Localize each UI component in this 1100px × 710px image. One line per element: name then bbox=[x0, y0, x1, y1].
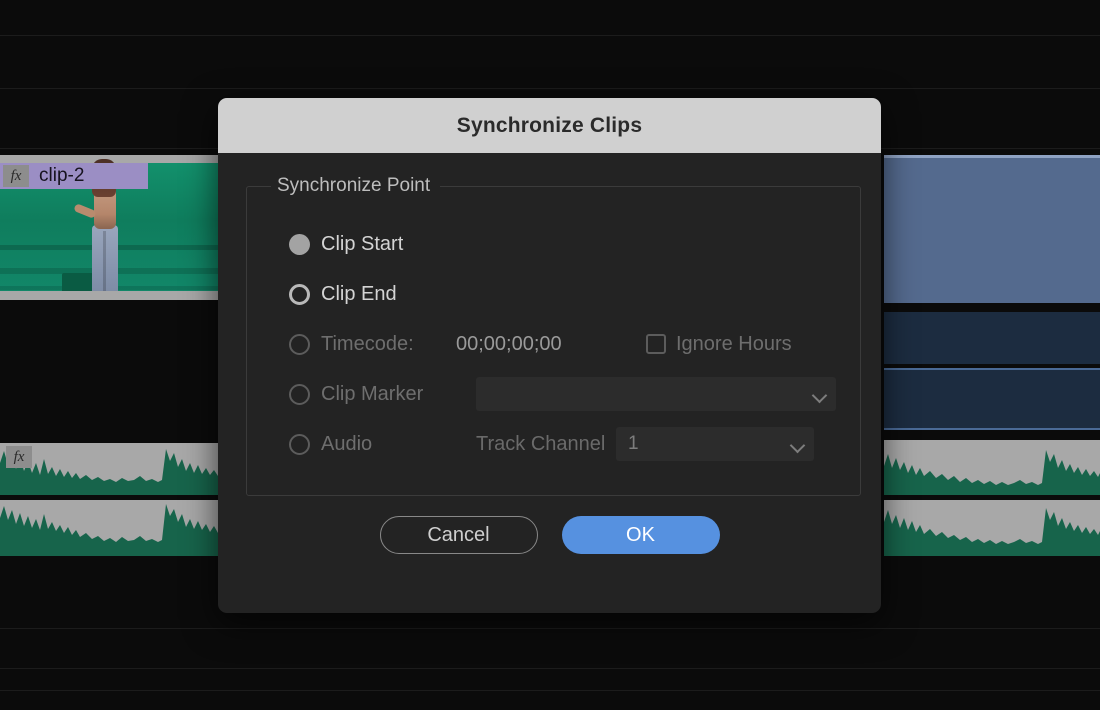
option-label-clip-end: Clip End bbox=[321, 282, 397, 305]
dialog-footer: Cancel OK bbox=[246, 516, 853, 554]
clip-bottom-strip bbox=[0, 291, 220, 300]
timeline-divider bbox=[0, 35, 1100, 36]
radio-timecode-icon[interactable] bbox=[289, 333, 310, 355]
option-label-clip-marker: Clip Marker bbox=[321, 382, 424, 405]
timeline-divider bbox=[0, 628, 1100, 629]
audio-waveform bbox=[884, 500, 1100, 556]
ignore-hours-label: Ignore Hours bbox=[676, 332, 792, 355]
clip-label: clip-2 bbox=[39, 165, 85, 186]
track-channel-selected-value: 1 bbox=[628, 433, 639, 454]
timeline-video-clip-right-2[interactable] bbox=[884, 312, 1100, 364]
option-label-audio: Audio bbox=[321, 432, 373, 455]
dialog-title: Synchronize Clips bbox=[456, 113, 643, 137]
audio-waveform bbox=[0, 443, 220, 495]
audio-waveform bbox=[884, 440, 1100, 495]
timeline-audio-clip-right-1[interactable] bbox=[884, 440, 1100, 495]
option-row-timecode[interactable]: Timecode: 00;00;00;00 Ignore Hours bbox=[271, 319, 836, 369]
radio-clip-marker-icon[interactable] bbox=[289, 383, 310, 405]
timeline-video-clip-left[interactable]: fx clip-2 bbox=[0, 155, 220, 300]
fx-icon: fx bbox=[6, 446, 32, 468]
radio-audio-icon[interactable] bbox=[289, 433, 310, 455]
timeline-audio-clip-left-2[interactable] bbox=[0, 500, 220, 556]
radio-clip-start-icon[interactable] bbox=[289, 233, 310, 255]
option-label-clip-start: Clip Start bbox=[321, 232, 404, 255]
option-label-timecode: Timecode: bbox=[321, 332, 414, 355]
option-row-audio[interactable]: Audio Track Channel 1 bbox=[271, 419, 836, 469]
person-figure bbox=[92, 225, 118, 297]
clip-marker-select[interactable] bbox=[476, 377, 836, 411]
radio-clip-end-icon[interactable] bbox=[289, 283, 310, 305]
dialog-body: Synchronize Point Clip Start Clip End Ti… bbox=[218, 153, 881, 554]
dialog-titlebar[interactable]: Synchronize Clips bbox=[218, 98, 881, 153]
ignore-hours-checkbox[interactable] bbox=[646, 334, 666, 354]
timeline-divider bbox=[0, 690, 1100, 691]
timecode-value[interactable]: 00;00;00;00 bbox=[456, 333, 646, 356]
cancel-button[interactable]: Cancel bbox=[379, 516, 538, 554]
track-channel-label: Track Channel bbox=[476, 432, 606, 455]
option-row-clip-end[interactable]: Clip End bbox=[271, 269, 836, 319]
option-row-clip-start[interactable]: Clip Start bbox=[271, 219, 836, 269]
synchronize-point-group: Synchronize Point Clip Start Clip End Ti… bbox=[246, 175, 861, 496]
audio-waveform bbox=[0, 500, 220, 556]
option-row-clip-marker[interactable]: Clip Marker bbox=[271, 369, 836, 419]
synchronize-clips-dialog: Synchronize Clips Synchronize Point Clip… bbox=[218, 98, 881, 613]
clip-header[interactable]: fx clip-2 bbox=[0, 163, 148, 189]
timeline-video-clip-right-1[interactable] bbox=[884, 155, 1100, 303]
timeline-divider bbox=[0, 88, 1100, 89]
group-legend: Synchronize Point bbox=[277, 175, 431, 196]
timeline-video-clip-right-3[interactable] bbox=[884, 368, 1100, 430]
timeline-audio-clip-left-1[interactable]: fx bbox=[0, 443, 220, 495]
clip-top-strip bbox=[884, 155, 1100, 158]
ok-button[interactable]: OK bbox=[561, 516, 720, 554]
fx-icon: fx bbox=[3, 165, 29, 187]
timeline-divider bbox=[0, 668, 1100, 669]
chevron-down-icon bbox=[791, 438, 804, 451]
timeline-audio-clip-right-2[interactable] bbox=[884, 500, 1100, 556]
chevron-down-icon bbox=[813, 388, 826, 401]
track-channel-select[interactable]: 1 bbox=[616, 427, 814, 461]
